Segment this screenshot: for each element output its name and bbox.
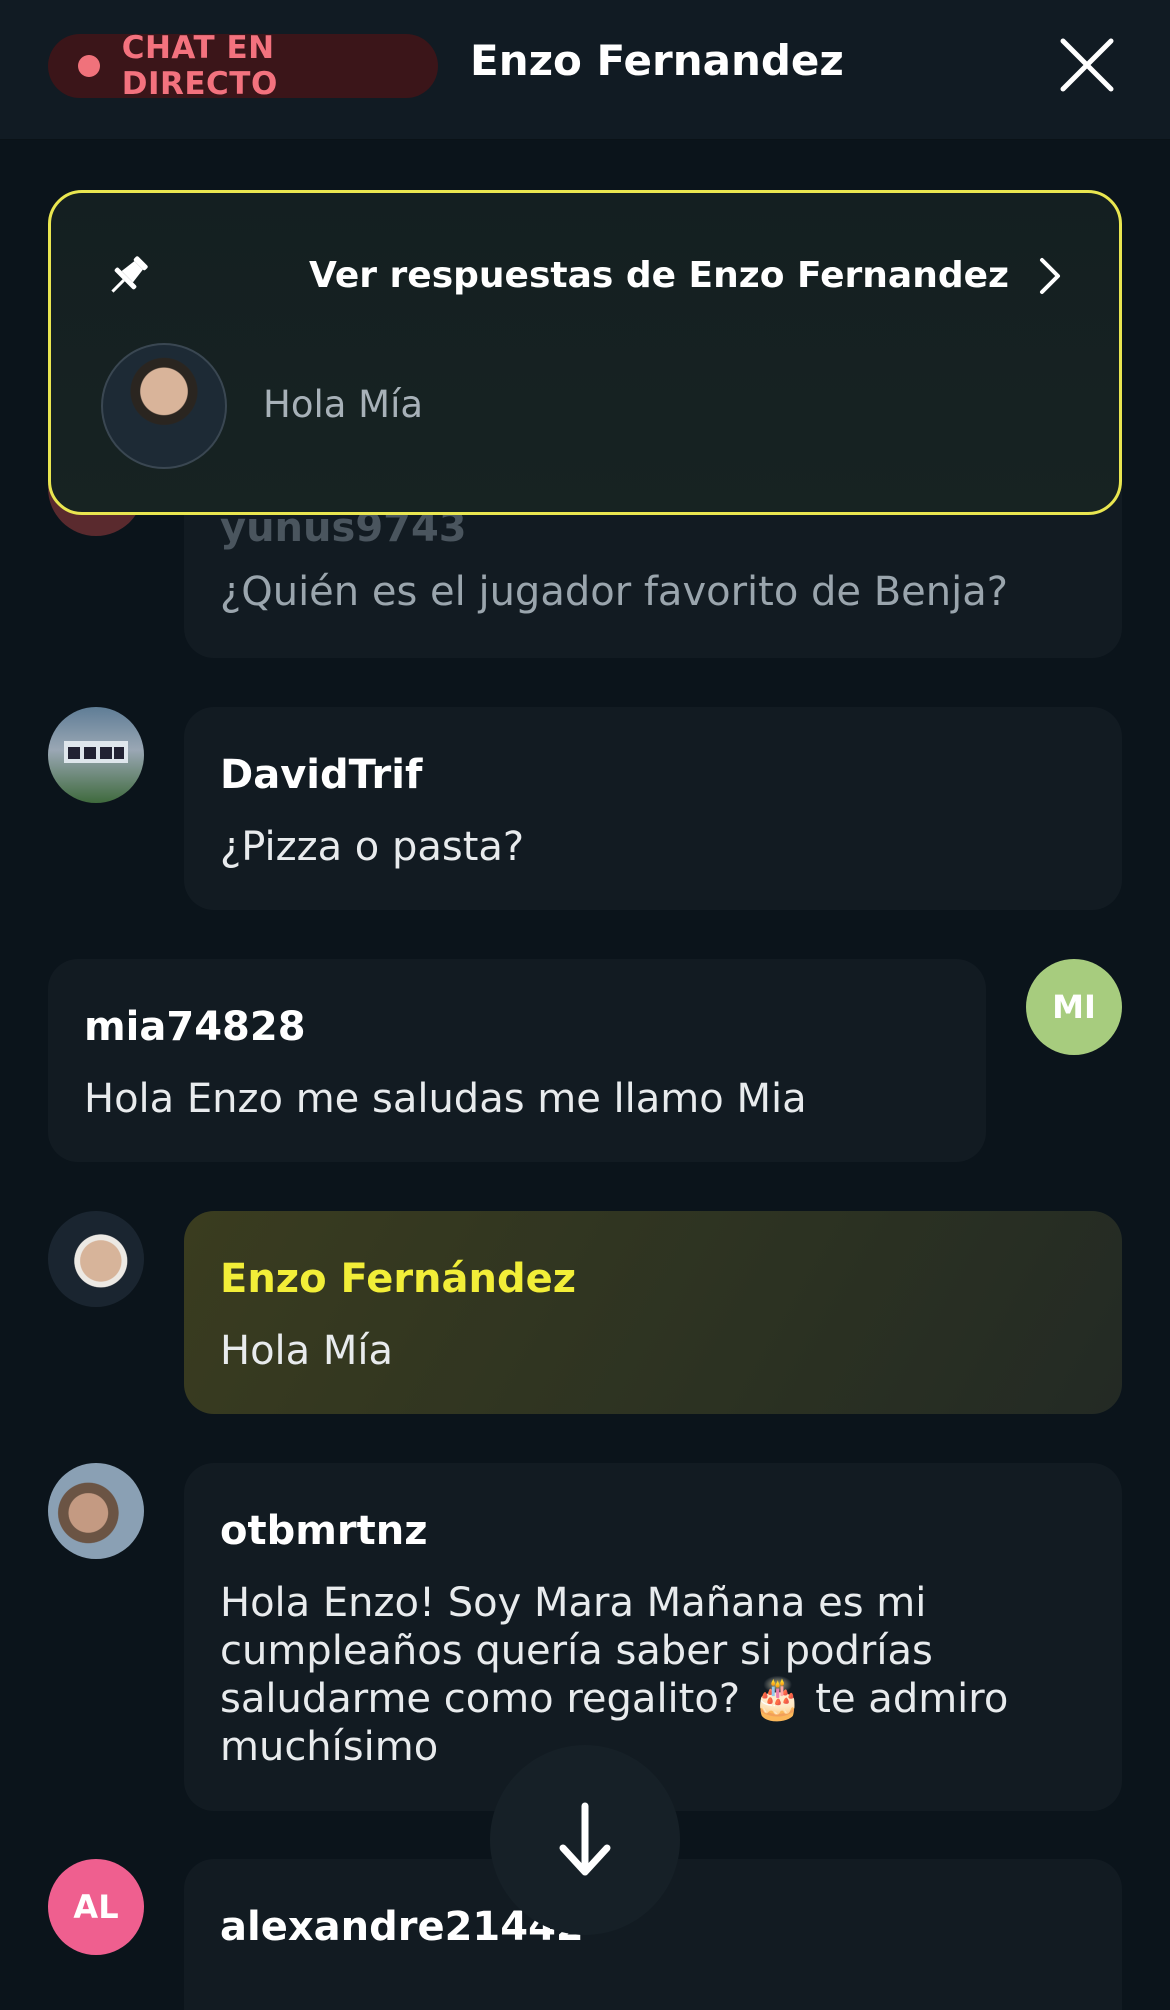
message-text: ¿Pizza o pasta? <box>220 824 525 870</box>
chat-feed[interactable]: yunus9743 ¿Quién es el jugador favorito … <box>0 140 1170 2010</box>
message-text: Hola Mía <box>220 1328 394 1374</box>
pinned-avatar <box>101 343 227 469</box>
message-username: alexandre21442 <box>220 1904 584 1950</box>
message-text: Hola Enzo! Soy Mara Mañana es mi cumplea… <box>220 1580 1009 1770</box>
message-username: DavidTrif <box>220 752 423 798</box>
avatar-initials: MI <box>1052 988 1096 1026</box>
chat-message: otbmrtnz Hola Enzo! Soy Mara Mañana es m… <box>184 1463 1122 1811</box>
chat-message: Enzo Fernández Hola Mía <box>184 1211 1122 1414</box>
pinned-message: Hola Mía <box>263 383 424 426</box>
chat-title: Enzo Fernandez <box>470 36 844 85</box>
pin-icon <box>111 256 148 293</box>
chat-header: CHAT EN DIRECTO Enzo Fernandez <box>0 0 1170 140</box>
arrow-down-icon <box>559 1802 611 1876</box>
close-button[interactable] <box>1052 30 1122 100</box>
live-chat-label: CHAT EN DIRECTO <box>121 30 278 102</box>
avatar[interactable]: MI <box>1026 959 1122 1055</box>
message-text: ¿Quién es el jugador favorito de Benja? <box>220 569 1008 615</box>
avatar[interactable] <box>48 1463 144 1559</box>
live-chat-badge: CHAT EN DIRECTO <box>48 30 438 102</box>
close-icon <box>1060 38 1114 92</box>
message-text: Hola Enzo me saludas me llamo Mia <box>84 1076 807 1122</box>
avatar-initials: AL <box>73 1888 119 1926</box>
message-username: otbmrtnz <box>220 1508 428 1554</box>
message-username: mia74828 <box>84 1004 306 1050</box>
avatar-image-icon <box>64 741 128 763</box>
scroll-to-bottom-button[interactable] <box>490 1745 680 1935</box>
view-replies-link[interactable]: Ver respuestas de Enzo Fernandez <box>309 255 1063 296</box>
avatar[interactable] <box>48 707 144 803</box>
message-username: Enzo Fernández <box>220 1256 577 1302</box>
chevron-right-icon <box>1040 257 1060 294</box>
avatar[interactable]: AL <box>48 1859 144 1955</box>
chat-message: DavidTrif ¿Pizza o pasta? <box>184 707 1122 910</box>
view-replies-label: Ver respuestas de Enzo Fernandez <box>308 255 1009 296</box>
live-indicator-dot <box>78 55 100 77</box>
pinned-reply-card[interactable]: Ver respuestas de Enzo Fernandez Hola Mí… <box>48 190 1122 515</box>
avatar[interactable] <box>48 1211 144 1307</box>
chat-message: mia74828 Hola Enzo me saludas me llamo M… <box>48 959 986 1162</box>
